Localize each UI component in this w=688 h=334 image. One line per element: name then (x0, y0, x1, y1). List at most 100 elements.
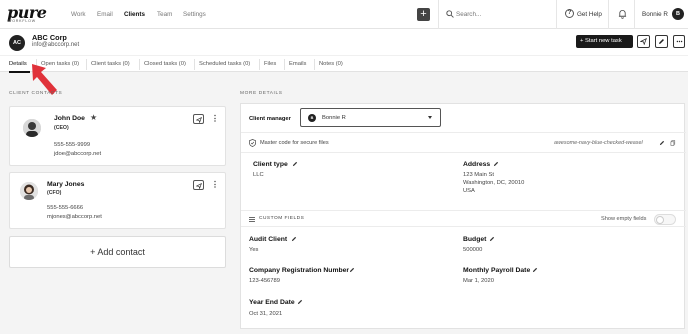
more-options-button[interactable] (673, 35, 685, 48)
tab-notes[interactable]: Notes (0) (319, 61, 343, 67)
contact-phone: 555-555-6666 (47, 205, 84, 211)
custom-fields-header: CUSTOM FIELDS Show empty fields (241, 210, 686, 227)
address-line-3: USA (463, 188, 475, 194)
list-icon (249, 217, 255, 222)
tab-closed-tasks[interactable]: Closed tasks (0) (144, 61, 186, 67)
help-icon[interactable]: ? (565, 9, 574, 18)
details-panel: Client manager B Bonnie R Master code fo… (240, 103, 686, 329)
top-nav: pure WORKFLOW Work Email Clients Team Se… (0, 0, 688, 29)
user-avatar[interactable]: B (672, 8, 684, 20)
nav-divider (608, 0, 609, 29)
master-code-row: Master code for secure files awesome-nav… (241, 133, 686, 153)
send-icon (640, 38, 647, 45)
contact-email[interactable]: mjones@abccorp.net (47, 214, 102, 220)
tab-details[interactable]: Details (9, 61, 27, 67)
custom-field-label: Monthly Payroll Date (463, 267, 531, 274)
show-empty-fields-toggle[interactable] (654, 214, 676, 225)
edit-client-button[interactable] (655, 35, 668, 48)
shield-icon (249, 139, 256, 147)
edit-pencil-icon[interactable] (659, 140, 665, 146)
quick-add-button[interactable]: + (417, 8, 430, 21)
active-tab-indicator (9, 71, 30, 73)
copy-icon[interactable] (670, 140, 676, 146)
client-type-label: Client type (253, 161, 288, 168)
pencil-icon (659, 39, 664, 44)
master-code-label: Master code for secure files (260, 140, 329, 146)
client-header: AC ABC Corp info@abccorp.net + Start new… (0, 29, 688, 55)
nav-clients[interactable]: Clients (124, 11, 145, 18)
toggle-knob (656, 216, 664, 224)
client-manager-select[interactable]: B Bonnie R (300, 108, 441, 127)
nav-email[interactable]: Email (97, 11, 113, 18)
chevron-down-icon (428, 116, 432, 119)
custom-field-label: Budget (463, 236, 487, 243)
bell-icon[interactable] (618, 9, 627, 19)
edit-pencil-icon[interactable] (493, 161, 499, 167)
custom-field-value: Oct 31, 2021 (249, 311, 283, 317)
client-name: ABC Corp (32, 33, 67, 42)
tab-divider (139, 59, 140, 70)
nav-divider (556, 0, 557, 29)
start-new-task-button[interactable]: + Start new task (576, 35, 633, 48)
tab-client-tasks[interactable]: Client tasks (0) (91, 61, 130, 67)
client-email: info@abccorp.net (32, 42, 80, 48)
tab-divider (314, 59, 315, 70)
edit-pencil-icon[interactable] (291, 236, 297, 242)
contact-photo (20, 182, 38, 200)
custom-field-label: Year End Date (249, 299, 295, 306)
contact-email[interactable]: jdoe@abccorp.net (54, 151, 101, 157)
edit-pencil-icon[interactable] (297, 299, 303, 305)
send-icon (195, 116, 202, 123)
contact-menu-icon[interactable]: ⋮ (211, 181, 219, 189)
contact-card[interactable]: Mary Jones (CFO) 555-555-6666 mjones@abc… (9, 172, 226, 229)
custom-field-value: Yes (249, 247, 259, 253)
primary-star-icon[interactable]: ★ (90, 114, 97, 122)
search-icon (446, 10, 454, 18)
contact-role: (CEO) (54, 125, 69, 131)
nav-team[interactable]: Team (157, 11, 172, 18)
add-contact-button[interactable]: + Add contact (9, 236, 226, 268)
edit-pencil-icon[interactable] (349, 267, 355, 273)
edit-pencil-icon[interactable] (532, 267, 538, 273)
more-horizontal-icon (676, 40, 683, 43)
client-avatar: AC (9, 35, 25, 51)
contact-name: Mary Jones (47, 181, 85, 188)
tab-divider (86, 59, 87, 70)
edit-pencil-icon[interactable] (292, 161, 298, 167)
client-tabs: Details Open tasks (0) Client tasks (0) … (0, 55, 688, 73)
tab-divider (194, 59, 195, 70)
tab-divider (284, 59, 285, 70)
tab-divider (259, 59, 260, 70)
nav-work[interactable]: Work (71, 11, 86, 18)
search-input[interactable] (456, 8, 546, 21)
logo-subtitle: WORKFLOW (8, 19, 36, 23)
edit-pencil-icon[interactable] (489, 236, 495, 242)
contact-photo (23, 119, 41, 137)
send-button[interactable] (637, 35, 650, 48)
contact-role: (CFO) (47, 190, 62, 196)
client-contacts-heading: CLIENT CONTACTS (9, 91, 63, 96)
custom-field-value: 500000 (463, 247, 483, 253)
send-to-contact-button[interactable] (193, 180, 204, 190)
send-to-contact-button[interactable] (193, 114, 204, 124)
nav-divider (634, 0, 635, 29)
contact-menu-icon[interactable]: ⋮ (211, 115, 219, 123)
nav-settings[interactable]: Settings (183, 11, 206, 18)
contact-card[interactable]: John Doe ★ (CEO) 555-555-9999 jdoe@abcco… (9, 106, 226, 166)
client-manager-label: Client manager (249, 116, 291, 122)
custom-field-label: Audit Client (249, 236, 288, 243)
manager-avatar: B (308, 114, 316, 122)
send-icon (195, 182, 202, 189)
pure-logo[interactable]: pure WORKFLOW (7, 3, 53, 25)
more-details-heading: MORE DETAILS (240, 91, 283, 96)
custom-fields-label: CUSTOM FIELDS (259, 216, 305, 221)
address-label: Address (463, 161, 491, 168)
get-help-link[interactable]: Get Help (577, 11, 602, 18)
user-menu-name[interactable]: Bonnie R (642, 11, 668, 18)
contact-phone: 555-555-9999 (54, 142, 91, 148)
tab-files[interactable]: Files (264, 61, 276, 67)
show-empty-fields-label: Show empty fields (601, 216, 647, 222)
tab-scheduled-tasks[interactable]: Scheduled tasks (0) (199, 61, 250, 67)
nav-divider (438, 0, 439, 29)
tab-emails[interactable]: Emails (289, 61, 306, 67)
